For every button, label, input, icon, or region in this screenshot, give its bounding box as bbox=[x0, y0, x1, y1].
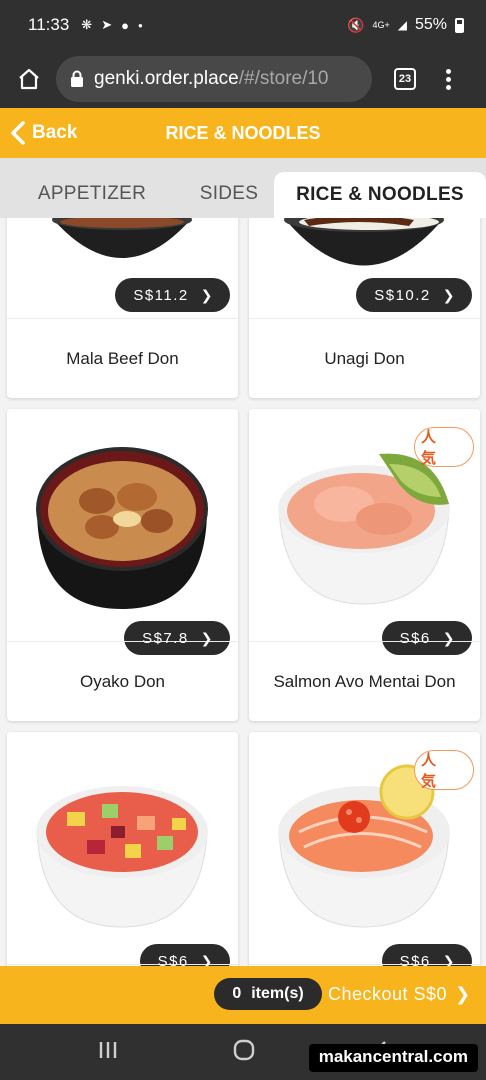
bug-icon: ❋ bbox=[81, 17, 93, 32]
location-icon: ● bbox=[121, 17, 129, 33]
menu-item-card[interactable]: S$7.8 ❯ Oyako Don bbox=[7, 409, 238, 721]
tab-switcher-button[interactable]: 23 bbox=[394, 68, 416, 90]
chevron-right-icon: ❯ bbox=[442, 286, 456, 303]
price-button[interactable]: S$11.2 ❯ bbox=[115, 278, 230, 312]
address-bar[interactable]: genki.order.place/#/store/10 bbox=[56, 56, 372, 102]
menu-item-card[interactable]: S$10.2 ❯ Unagi Don bbox=[249, 218, 480, 398]
tab-sides[interactable]: SIDES bbox=[184, 170, 274, 218]
menu-dot bbox=[446, 68, 451, 74]
price-label: S$10.2 bbox=[374, 286, 431, 304]
home-nav-button[interactable] bbox=[232, 1038, 256, 1067]
chevron-right-icon: ❯ bbox=[455, 983, 471, 1004]
lock-icon bbox=[71, 70, 83, 87]
status-bar: 11:33 ❋ ➤ ● ● 🔇 4G+ ◢ 55% bbox=[0, 0, 486, 50]
menu-item-card[interactable]: S$6 ❯ bbox=[7, 732, 238, 966]
url-host: genki.order.place bbox=[94, 68, 239, 89]
menu-grid: S$11.2 ❯ Mala Beef Don S$10.2 ❯ Unagi Do… bbox=[0, 218, 486, 966]
item-name: Oyako Don bbox=[7, 641, 238, 721]
watermark: makancentral.com bbox=[308, 1044, 478, 1072]
cart-count-button[interactable]: 0 item(s) bbox=[214, 978, 322, 1010]
menu-item-card[interactable]: 人 気 S$6 ❯ Salmon Avo Mentai Don bbox=[249, 409, 480, 721]
back-label: Back bbox=[32, 122, 78, 143]
popular-badge: 人 気 bbox=[414, 427, 474, 467]
url-path: /#/store/10 bbox=[238, 68, 329, 89]
price-button[interactable]: S$6 ❯ bbox=[139, 944, 230, 966]
category-tabs: APPETIZER SIDES RICE & NOODLES bbox=[0, 158, 486, 218]
menu-item-card[interactable]: 人 気 S$6 ❯ bbox=[249, 732, 480, 966]
home-circle-icon bbox=[233, 1039, 255, 1061]
chevron-right-icon: ❯ bbox=[200, 286, 214, 303]
signal-icon: ◢ bbox=[397, 18, 407, 32]
price-button[interactable]: S$10.2 ❯ bbox=[356, 278, 472, 312]
browser-toolbar: genki.order.place/#/store/10 23 bbox=[0, 50, 486, 108]
item-name: Salmon Avo Mentai Don bbox=[249, 641, 480, 721]
battery-icon bbox=[455, 17, 464, 33]
back-button[interactable]: Back bbox=[10, 108, 77, 158]
recent-apps-button[interactable] bbox=[96, 1038, 120, 1067]
popular-badge: 人 気 bbox=[414, 750, 474, 790]
checkout-bar: 0 item(s) Checkout S$0 ❯ bbox=[0, 966, 486, 1024]
menu-dot bbox=[446, 76, 451, 82]
food-image bbox=[7, 409, 238, 641]
battery-level: 55% bbox=[414, 16, 447, 33]
cart-count: 0 bbox=[232, 985, 242, 1002]
recent-apps-icon bbox=[99, 1042, 117, 1058]
app-header: Back RICE & NOODLES bbox=[0, 108, 486, 158]
browser-menu-button[interactable] bbox=[446, 68, 451, 90]
home-button[interactable] bbox=[12, 62, 46, 96]
home-icon bbox=[19, 68, 39, 90]
tab-rice-noodles[interactable]: RICE & NOODLES bbox=[274, 172, 486, 218]
item-name: Unagi Don bbox=[249, 318, 480, 398]
menu-item-card[interactable]: S$11.2 ❯ Mala Beef Don bbox=[7, 218, 238, 398]
telegram-icon: ➤ bbox=[101, 17, 113, 32]
cart-items-label: item(s) bbox=[251, 985, 304, 1002]
notification-icons: ❋ ➤ ● ● bbox=[81, 17, 143, 33]
status-time: 11:33 bbox=[28, 15, 70, 34]
price-label: S$11.2 bbox=[133, 286, 189, 304]
dot-icon: ● bbox=[137, 20, 143, 30]
tab-appetizer[interactable]: APPETIZER bbox=[0, 170, 184, 218]
item-name: Mala Beef Don bbox=[7, 318, 238, 398]
network-type: 4G+ bbox=[372, 20, 390, 30]
checkout-label: Checkout S$0 bbox=[328, 983, 448, 1004]
chevron-left-icon bbox=[11, 121, 25, 145]
menu-dot bbox=[446, 84, 451, 90]
checkout-button[interactable]: Checkout S$0 ❯ bbox=[328, 978, 471, 1010]
food-image bbox=[7, 732, 238, 964]
price-button[interactable]: S$6 ❯ bbox=[381, 944, 472, 966]
mute-icon: 🔇 bbox=[347, 16, 365, 33]
